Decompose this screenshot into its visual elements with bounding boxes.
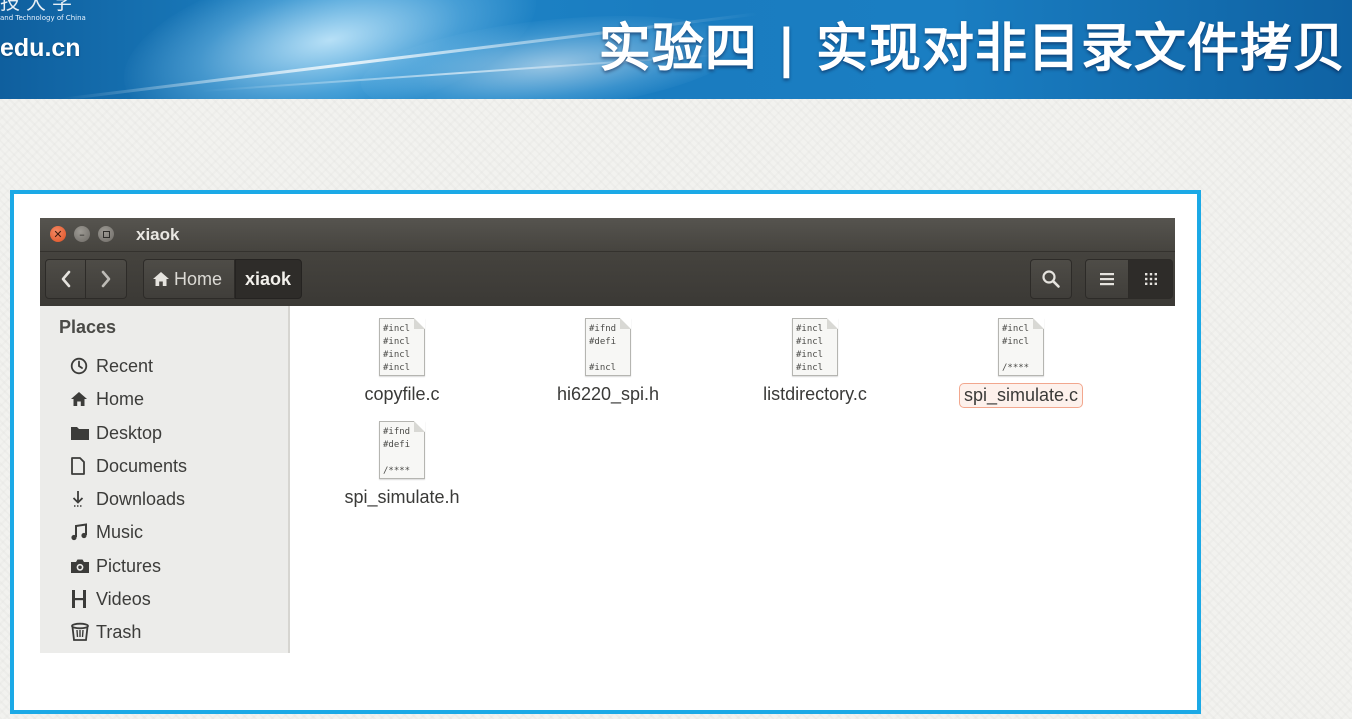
- sidebar-item-home[interactable]: Home: [70, 384, 144, 414]
- sidebar-item-music[interactable]: Music: [70, 517, 143, 547]
- toolbar: Home xiaok: [40, 251, 1175, 306]
- sidebar-item-desktop[interactable]: Desktop: [70, 418, 162, 448]
- minimize-icon: –: [79, 227, 85, 241]
- university-url: edu.cn: [0, 34, 81, 62]
- grid-view-icon: [1144, 273, 1157, 285]
- forward-button[interactable]: [86, 259, 127, 299]
- clock-icon: [70, 357, 92, 375]
- film-icon: [70, 589, 92, 609]
- camera-icon: [70, 558, 92, 574]
- slide-banner: 技大学 and Technology of China edu.cn 实验四 |…: [0, 0, 1352, 99]
- maximize-window-button[interactable]: [98, 226, 114, 242]
- back-button[interactable]: [45, 259, 86, 299]
- breadcrumb-current[interactable]: xiaok: [235, 259, 302, 299]
- file-preview: #ifnd #defi #incl: [589, 324, 617, 373]
- chevron-left-icon: [61, 270, 70, 288]
- home-icon: [153, 272, 169, 286]
- file-item-copyfile-c[interactable]: #incl #incl #incl #incl copyfile.c: [327, 318, 477, 406]
- file-preview: #ifnd #defi /****: [383, 427, 411, 476]
- sidebar-item-trash[interactable]: Trash: [70, 617, 141, 647]
- breadcrumb-home[interactable]: Home: [143, 259, 235, 299]
- file-item-spi-simulate-h[interactable]: #ifnd #defi /**** spi_simulate.h: [327, 421, 477, 509]
- trash-icon: [70, 622, 92, 642]
- maximize-icon: [102, 230, 110, 238]
- places-heading: Places: [59, 317, 117, 337]
- file-name: spi_simulate.h: [344, 487, 460, 507]
- header-file-icon: #ifnd #defi #incl: [585, 318, 631, 376]
- university-logo-subtitle: and Technology of China: [0, 14, 86, 22]
- music-icon: [70, 523, 92, 541]
- c-source-file-icon: #incl #incl /****: [998, 318, 1044, 376]
- sidebar-item-label: Music: [96, 521, 144, 542]
- list-view-button[interactable]: [1085, 259, 1129, 299]
- sidebar-item-videos[interactable]: Videos: [70, 584, 151, 614]
- file-item-hi6220-spi-h[interactable]: #ifnd #defi #incl hi6220_spi.h: [533, 318, 683, 406]
- header-file-icon: #ifnd #defi /****: [379, 421, 425, 479]
- file-name: listdirectory.c: [763, 384, 867, 404]
- c-source-file-icon: #incl #incl #incl #incl: [792, 318, 838, 376]
- home-icon: [70, 391, 92, 407]
- file-preview: #incl #incl #incl #incl: [383, 324, 411, 373]
- chevron-right-icon: [101, 270, 111, 288]
- sidebar-item-pictures[interactable]: Pictures: [70, 551, 161, 581]
- search-button[interactable]: [1030, 259, 1072, 299]
- file-manager-window: ✕ – xiaok Home xiaok Places Recent Home …: [40, 218, 1175, 653]
- file-name-selected: spi_simulate.c: [958, 383, 1084, 408]
- file-item-spi-simulate-c[interactable]: #incl #incl /**** spi_simulate.c: [946, 318, 1096, 408]
- download-icon: [70, 490, 92, 508]
- sidebar-item-label: Recent: [96, 355, 154, 376]
- sidebar-item-label: Downloads: [96, 488, 186, 509]
- document-icon: [70, 457, 92, 475]
- sidebar-item-label: Documents: [96, 455, 188, 476]
- folder-icon: [70, 425, 92, 441]
- sidebar-item-recent[interactable]: Recent: [70, 351, 153, 381]
- file-preview: #incl #incl /****: [1002, 324, 1030, 373]
- window-title: xiaok: [136, 225, 180, 244]
- close-icon: ✕: [53, 227, 63, 241]
- c-source-file-icon: #incl #incl #incl #incl: [379, 318, 425, 376]
- sidebar-item-label: Pictures: [96, 555, 162, 576]
- sidebar-item-label: Desktop: [96, 422, 163, 443]
- file-name: copyfile.c: [364, 384, 440, 404]
- file-item-listdirectory-c[interactable]: #incl #incl #incl #incl listdirectory.c: [740, 318, 890, 406]
- title-bar[interactable]: ✕ – xiaok: [40, 218, 1175, 251]
- sidebar-item-label: Trash: [96, 621, 142, 642]
- file-preview: #incl #incl #incl #incl: [796, 324, 824, 373]
- sidebar-item-label: Videos: [96, 588, 151, 609]
- slide-title: 实验四 | 实现对非目录文件拷贝: [598, 19, 1346, 79]
- sidebar-item-documents[interactable]: Documents: [70, 451, 187, 481]
- sidebar-item-label: Home: [96, 388, 145, 409]
- close-window-button[interactable]: ✕: [50, 226, 66, 242]
- list-view-icon: [1100, 273, 1114, 286]
- minimize-window-button[interactable]: –: [74, 226, 90, 242]
- file-name: hi6220_spi.h: [556, 384, 660, 404]
- grid-view-button[interactable]: [1129, 259, 1173, 299]
- sidebar-item-downloads[interactable]: Downloads: [70, 484, 185, 514]
- breadcrumb-home-label: Home: [174, 268, 223, 289]
- places-sidebar: Places Recent Home Desktop Documents Dow…: [40, 306, 290, 653]
- breadcrumb-current-label: xiaok: [245, 268, 292, 289]
- file-grid: #incl #incl #incl #incl copyfile.c #ifnd…: [290, 306, 1175, 653]
- university-logo-text: 技大学: [0, 0, 78, 14]
- search-icon: [1042, 270, 1060, 288]
